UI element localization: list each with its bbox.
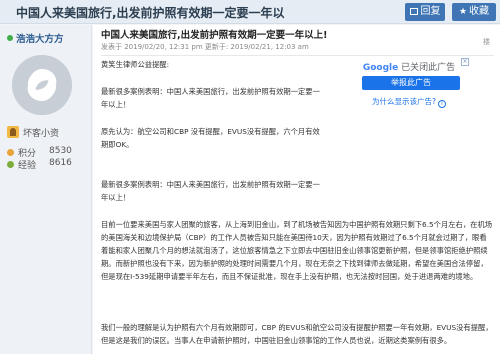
user-rank: 坏客小资 bbox=[7, 126, 59, 139]
reply-button[interactable]: 回复 bbox=[405, 3, 445, 21]
experience-icon bbox=[7, 161, 14, 168]
user-panel: 浩浩大方方 坏客小资 积分 8530 经验 8616 bbox=[0, 25, 92, 354]
stat-label: 经验 bbox=[18, 161, 37, 171]
star-icon: ★ bbox=[458, 7, 468, 17]
divider bbox=[101, 55, 494, 56]
post-paragraph: 最新很多案例表明：中国人来美国旅行，出发前护照有效期一定要一年以上！ bbox=[101, 180, 320, 202]
post: 中国人来美国旅行,出发前护照有效期一定要一年以上! 发表于 2019/02/20… bbox=[93, 25, 500, 354]
bookmark-label: 收藏 bbox=[469, 6, 490, 17]
why-this-ad-link[interactable]: 为什么显示该广告? i bbox=[349, 96, 469, 108]
points-icon bbox=[7, 149, 14, 156]
why-this-ad-label: 为什么显示该广告? bbox=[372, 97, 436, 106]
stat-experience: 经验 8616 bbox=[7, 158, 72, 171]
ad-status: Google 已关闭此广告 bbox=[349, 60, 469, 73]
ad-closed-panel: × Google 已关闭此广告 举报此广告 为什么显示该广告? i bbox=[349, 58, 469, 113]
post-paragraph: 原先认为：航空公司和CBP 没有提醒，EVUS没有提醒，六个月有效期即OK。 bbox=[101, 127, 320, 149]
info-icon: i bbox=[437, 100, 446, 108]
google-logo: Google bbox=[362, 63, 399, 73]
post-floor: 楼 bbox=[483, 38, 490, 46]
username-link[interactable]: 浩浩大方方 bbox=[7, 31, 64, 45]
bookmark-button[interactable]: ★ 收藏 bbox=[452, 3, 496, 21]
post-meta: 发表于 2019/02/20, 12:31 pm 更新于: 2019/02/21… bbox=[101, 43, 309, 51]
reply-label: 回复 bbox=[420, 6, 441, 17]
report-ad-button[interactable]: 举报此广告 bbox=[362, 76, 460, 90]
post-paragraph: 最新很多案例表明：中国人来美国旅行，出发前护照有效期一定要一年以上！ bbox=[101, 87, 320, 109]
post-paragraph: 黄笑生律师公益提醒: bbox=[101, 60, 170, 69]
avatar[interactable] bbox=[12, 55, 72, 115]
post-paragraph: 目前一位要来美国与家人团聚的旅客，从上海到旧金山，到了机场被告知因为中国护照有效… bbox=[101, 220, 493, 281]
rank-badge-icon bbox=[7, 126, 19, 138]
ad-status-text: 已关闭此广告 bbox=[401, 63, 456, 73]
post-title: 中国人来美国旅行,出发前护照有效期一定要一年以上! bbox=[101, 30, 328, 41]
avatar-logo-icon bbox=[12, 55, 72, 115]
rank-label: 坏客小资 bbox=[23, 129, 60, 139]
thread-header: 中国人来美国旅行,出发前护照有效期一定要一年以 回复 ★ 收藏 bbox=[0, 0, 500, 24]
online-status-icon bbox=[7, 35, 13, 41]
stat-value: 8616 bbox=[49, 158, 72, 168]
reply-icon bbox=[409, 8, 418, 15]
post-paragraph: 我们一般的理解是认为护照有六个月有效期即可，CBP 的EVUS和航空公司没有提醒… bbox=[101, 323, 493, 345]
username: 浩浩大方方 bbox=[16, 34, 64, 45]
stat-value: 8530 bbox=[49, 146, 72, 156]
thread-title: 中国人来美国旅行,出发前护照有效期一定要一年以 bbox=[16, 6, 285, 20]
